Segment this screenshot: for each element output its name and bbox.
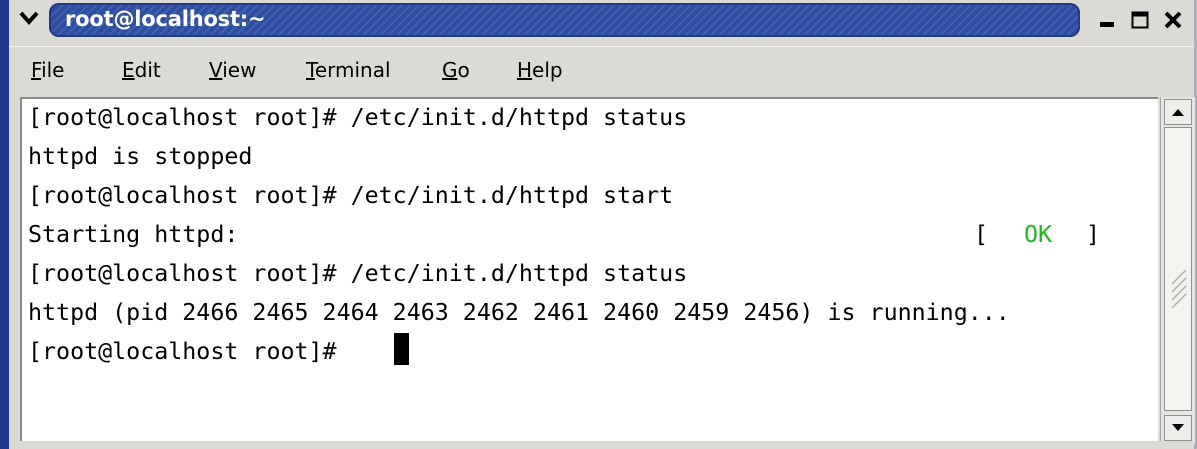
scroll-thumb[interactable] <box>1164 127 1192 411</box>
arrow-up-icon <box>1172 109 1184 116</box>
window-left-frame <box>0 0 9 449</box>
chevron-down-icon <box>19 11 39 26</box>
terminal-line: httpd is stopped <box>28 143 253 170</box>
ok-status-text: OK <box>1024 221 1053 248</box>
menu-view-mnemonic: V <box>209 58 223 82</box>
terminal-line: httpd (pid 2466 2465 2464 2463 2462 2461… <box>28 299 1010 326</box>
ok-open-bracket: [ <box>974 221 989 248</box>
terminal-window: root@localhost:~ File Edit View Terminal… <box>0 0 1197 449</box>
window-title: root@localhost:~ <box>65 7 266 31</box>
maximize-icon <box>1131 11 1149 29</box>
terminal-line: [root@localhost root]# /etc/init.d/httpd… <box>28 104 688 131</box>
window-bottom-bar <box>9 441 1194 449</box>
terminal-output[interactable]: [root@localhost root]# /etc/init.d/httpd… <box>20 97 1158 441</box>
menu-terminal-mnemonic: T <box>306 58 315 82</box>
menubar: File Edit View Terminal Go Help <box>9 46 1194 99</box>
menu-go[interactable]: Go <box>442 58 470 82</box>
titlebar[interactable]: root@localhost:~ <box>9 0 1194 42</box>
menu-file-label: ile <box>41 58 65 82</box>
text-cursor <box>394 333 409 365</box>
scroll-up-button[interactable] <box>1164 99 1192 125</box>
terminal-line: [root@localhost root]# /etc/init.d/httpd… <box>28 260 688 287</box>
menu-terminal-label: erminal <box>314 58 391 82</box>
menu-go-mnemonic: G <box>442 58 458 82</box>
menu-edit-label: dit <box>134 58 161 82</box>
menu-file-mnemonic: F <box>31 58 42 82</box>
ok-close-bracket: ] <box>1086 221 1101 248</box>
minimize-icon <box>1100 22 1114 27</box>
close-button[interactable] <box>1160 6 1186 34</box>
terminal-prompt-line: [root@localhost root]# <box>28 338 337 365</box>
vertical-scrollbar[interactable] <box>1160 97 1195 444</box>
grip-icon <box>1171 269 1187 308</box>
window-menu-button[interactable] <box>16 5 42 31</box>
menu-help-mnemonic: H <box>517 58 533 82</box>
menu-edit-mnemonic: E <box>122 58 135 82</box>
menu-help-label: elp <box>532 58 563 82</box>
menu-go-label: o <box>457 58 470 82</box>
menu-view[interactable]: View <box>209 58 256 82</box>
scroll-down-button[interactable] <box>1164 415 1192 441</box>
arrow-down-icon <box>1172 424 1184 431</box>
title-pill: root@localhost:~ <box>49 3 1080 37</box>
minimize-button[interactable] <box>1094 6 1120 34</box>
menu-edit[interactable]: Edit <box>122 58 161 82</box>
menu-terminal[interactable]: Terminal <box>306 58 391 82</box>
maximize-button[interactable] <box>1127 6 1153 34</box>
terminal-line: [root@localhost root]# /etc/init.d/httpd… <box>28 182 674 209</box>
close-icon <box>1164 11 1182 29</box>
menu-help[interactable]: Help <box>517 58 563 82</box>
menu-view-label: iew <box>222 58 257 82</box>
terminal-line: Starting httpd: <box>28 221 239 248</box>
menu-file[interactable]: File <box>31 58 64 82</box>
